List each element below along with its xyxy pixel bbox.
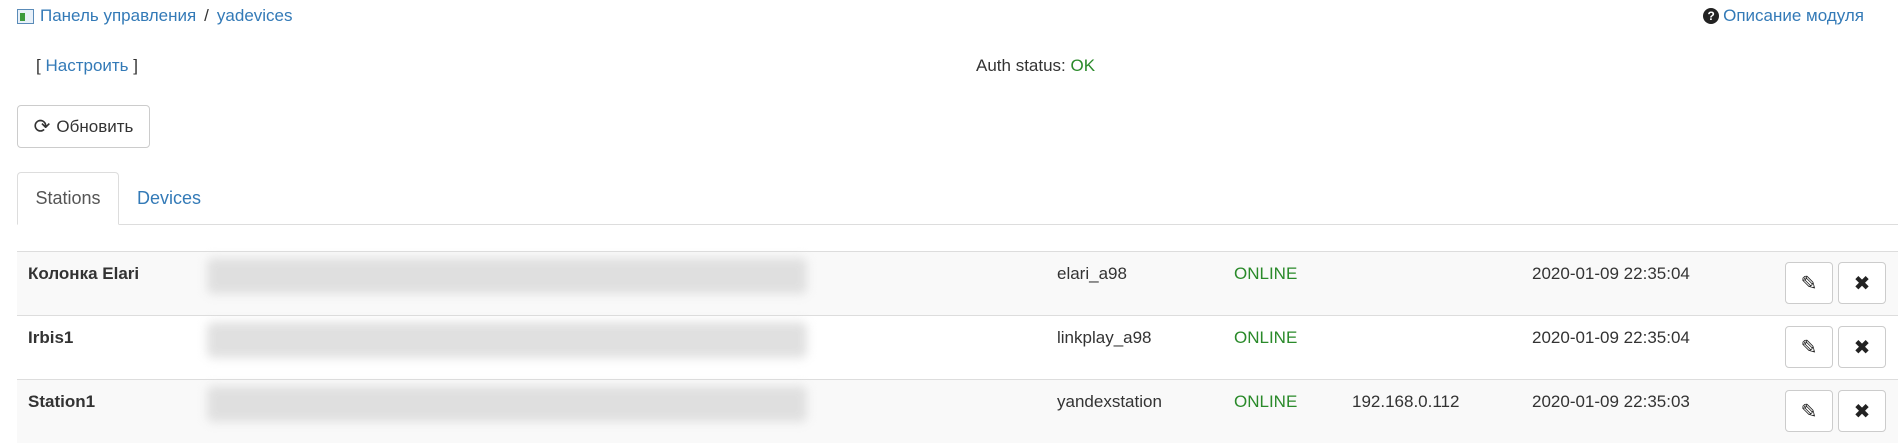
station-status: ONLINE [1234,328,1298,347]
station-updated: 2020-01-09 22:35:04 [1532,264,1690,283]
station-model: yandexstation [1057,392,1162,411]
redacted-id [207,386,807,422]
table-row: Station1 yandexstation ONLINE 192.168.0.… [17,379,1898,443]
station-updated: 2020-01-09 22:35:03 [1532,392,1690,411]
stations-table: Колонка Elari elari_a98 ONLINE 2020-01-0… [17,251,1898,443]
table-row: Колонка Elari elari_a98 ONLINE 2020-01-0… [17,251,1898,315]
configure-link-wrap: [ Настроить ] [36,56,138,76]
configure-link[interactable]: Настроить [45,56,128,75]
breadcrumb-separator: / [204,6,209,25]
station-ip: 192.168.0.112 [1352,392,1460,411]
bracket-open: [ [36,56,41,75]
breadcrumb: Панель управления / yadevices [17,6,293,26]
auth-status-value: OK [1070,56,1096,75]
edit-button[interactable]: ✎ [1785,390,1833,432]
module-icon [17,8,34,24]
delete-button[interactable]: ✖ [1838,326,1886,368]
redacted-id [207,258,807,294]
station-status: ONLINE [1234,392,1298,411]
redacted-id [207,322,807,358]
refresh-button[interactable]: ⟳ Обновить [17,105,150,148]
station-name: Irbis1 [28,328,74,347]
station-model: linkplay_a98 [1057,328,1152,347]
tab-bar: Stations Devices [17,172,1898,225]
bracket-close: ] [133,56,139,75]
close-icon: ✖ [1853,400,1871,423]
auth-status: Auth status: OK [976,56,1095,76]
question-circle-icon: ? [1703,8,1720,24]
table-row: Irbis1 linkplay_a98 ONLINE 2020-01-09 22… [17,315,1898,379]
breadcrumb-home-link[interactable]: Панель управления [40,6,196,26]
delete-button[interactable]: ✖ [1838,262,1886,304]
pencil-icon: ✎ [1800,400,1818,423]
pencil-icon: ✎ [1800,272,1818,295]
refresh-button-label: Обновить [56,116,134,136]
station-updated: 2020-01-09 22:35:04 [1532,328,1690,347]
help-link[interactable]: ? Описание модуля [1703,6,1864,26]
auth-status-label: Auth status: [976,56,1066,75]
station-status: ONLINE [1234,264,1298,283]
edit-button[interactable]: ✎ [1785,262,1833,304]
breadcrumb-module-link[interactable]: yadevices [217,6,293,26]
station-model: elari_a98 [1057,264,1127,283]
station-name: Колонка Elari [28,264,140,283]
close-icon: ✖ [1853,336,1871,359]
pencil-icon: ✎ [1800,336,1818,359]
tab-stations[interactable]: Stations [17,172,119,225]
edit-button[interactable]: ✎ [1785,326,1833,368]
tab-devices[interactable]: Devices [119,172,219,224]
help-link-label[interactable]: Описание модуля [1723,6,1864,26]
refresh-icon: ⟳ [33,115,51,138]
delete-button[interactable]: ✖ [1838,390,1886,432]
close-icon: ✖ [1853,272,1871,295]
station-name: Station1 [28,392,96,411]
